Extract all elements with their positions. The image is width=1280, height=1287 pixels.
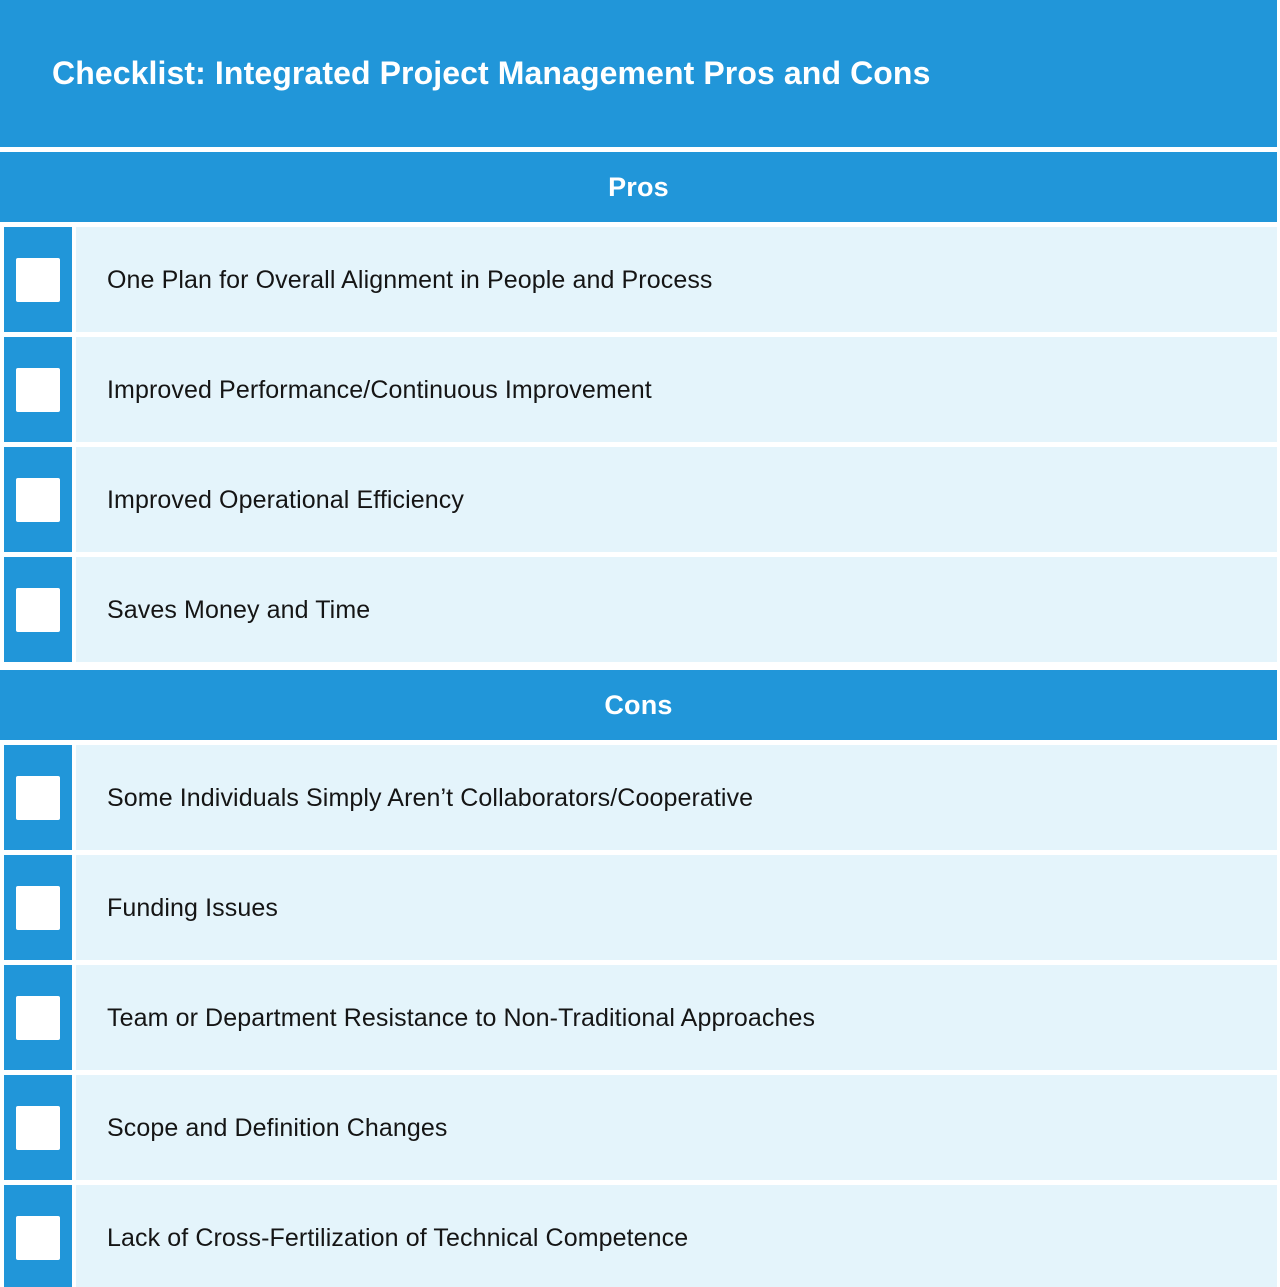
table-row[interactable]: One Plan for Overall Alignment in People… [0, 227, 1277, 332]
checkbox-cell[interactable] [0, 745, 72, 850]
row-label-cell: Some Individuals Simply Aren’t Collabora… [76, 745, 1277, 850]
section-header-pros: Pros [0, 152, 1277, 222]
list-item-label: Saves Money and Time [107, 595, 371, 624]
checkbox-cell[interactable] [0, 1075, 72, 1180]
row-label-cell: Team or Department Resistance to Non-Tra… [76, 965, 1277, 1070]
row-label-cell: Funding Issues [76, 855, 1277, 960]
page-title: Checklist: Integrated Project Management… [52, 54, 931, 91]
table-row[interactable]: Some Individuals Simply Aren’t Collabora… [0, 745, 1277, 850]
table-row[interactable]: Improved Operational Efficiency [0, 447, 1277, 552]
checkbox-cell[interactable] [0, 965, 72, 1070]
table-row[interactable]: Lack of Cross-Fertilization of Technical… [0, 1185, 1277, 1287]
row-label-cell: One Plan for Overall Alignment in People… [76, 227, 1277, 332]
checkbox-cell[interactable] [0, 447, 72, 552]
checklist-title-bar: Checklist: Integrated Project Management… [0, 0, 1277, 147]
checkbox-icon[interactable] [16, 257, 60, 302]
list-item-label: One Plan for Overall Alignment in People… [107, 265, 713, 294]
table-row[interactable]: Team or Department Resistance to Non-Tra… [0, 965, 1277, 1070]
checkbox-cell[interactable] [0, 855, 72, 960]
table-row[interactable]: Scope and Definition Changes [0, 1075, 1277, 1180]
section-header-cons: Cons [0, 670, 1277, 740]
table-row[interactable]: Funding Issues [0, 855, 1277, 960]
checkbox-cell[interactable] [0, 557, 72, 662]
list-item-label: Team or Department Resistance to Non-Tra… [107, 1003, 816, 1032]
row-label-cell: Lack of Cross-Fertilization of Technical… [76, 1185, 1277, 1287]
list-item-label: Some Individuals Simply Aren’t Collabora… [107, 783, 754, 812]
checkbox-icon[interactable] [16, 367, 60, 412]
checkbox-icon[interactable] [16, 885, 60, 930]
list-item-label: Improved Operational Efficiency [107, 485, 464, 514]
row-label-cell: Saves Money and Time [76, 557, 1277, 662]
checkbox-icon[interactable] [16, 477, 60, 522]
checklist-container: Checklist: Integrated Project Management… [0, 0, 1280, 1287]
row-label-cell: Scope and Definition Changes [76, 1075, 1277, 1180]
section-header-pros-label: Pros [608, 171, 669, 202]
row-label-cell: Improved Performance/Continuous Improvem… [76, 337, 1277, 442]
list-item-label: Improved Performance/Continuous Improvem… [107, 375, 652, 404]
table-row[interactable]: Saves Money and Time [0, 557, 1277, 662]
table-row[interactable]: Improved Performance/Continuous Improvem… [0, 337, 1277, 442]
checkbox-icon[interactable] [16, 1105, 60, 1150]
checkbox-icon[interactable] [16, 995, 60, 1040]
section-header-cons-label: Cons [604, 689, 673, 720]
row-label-cell: Improved Operational Efficiency [76, 447, 1277, 552]
list-item-label: Scope and Definition Changes [107, 1113, 448, 1142]
list-item-label: Funding Issues [107, 893, 278, 922]
list-item-label: Lack of Cross-Fertilization of Technical… [107, 1223, 689, 1252]
checkbox-cell[interactable] [0, 227, 72, 332]
checkbox-icon[interactable] [16, 1215, 60, 1260]
checkbox-cell[interactable] [0, 337, 72, 442]
checkbox-cell[interactable] [0, 1185, 72, 1287]
checkbox-icon[interactable] [16, 775, 60, 820]
checkbox-icon[interactable] [16, 587, 60, 632]
